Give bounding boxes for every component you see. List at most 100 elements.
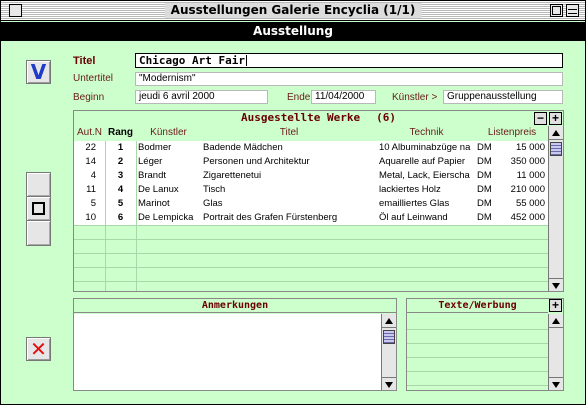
add-work-button[interactable]: + (549, 112, 562, 125)
col-header-titel[interactable]: Titel (201, 126, 377, 140)
cell-kuenstler: Brandt (138, 170, 166, 181)
grid-line (407, 371, 548, 372)
cell-titel: Glas (203, 198, 223, 209)
table-row[interactable]: 11 4 De Lanux Tisch lackiertes Holz DM 2… (74, 183, 548, 197)
cell-kuenstler: Marinot (138, 198, 170, 209)
col-header-rang[interactable]: Rang (105, 126, 136, 140)
cell-preis: 452 000 (510, 212, 545, 223)
grid-line (407, 357, 548, 358)
scroll-thumb[interactable] (383, 330, 395, 344)
cell-kuenstler: Bodmer (138, 142, 172, 153)
grid-line (74, 253, 548, 254)
cell-preis: 55 000 (515, 198, 545, 209)
cell-autn: 10 (85, 212, 96, 223)
cell-rang: 5 (117, 198, 124, 209)
cell-currency: DM (477, 212, 492, 223)
col-header-technik[interactable]: Technik (377, 126, 476, 140)
cell-technik: emailliertes Glas (379, 198, 450, 209)
works-table: Ausgestellte Werke (6) − + Aut.N Rang Kün… (73, 110, 564, 292)
table-row[interactable]: 14 2 Léger Personen und Architektur Aqua… (74, 155, 548, 169)
cell-currency: DM (477, 198, 492, 209)
collapse-box-icon[interactable] (566, 4, 579, 17)
cell-technik: Aquarelle auf Papier (379, 156, 466, 167)
grid-line (74, 225, 548, 226)
cell-currency: DM (477, 184, 492, 195)
cell-titel: Portrait des Grafen Fürstenberg (203, 212, 338, 223)
cell-preis: 350 000 (510, 156, 545, 167)
cell-technik: Metal, Lack, Eierscha (379, 170, 470, 181)
works-scrollbar[interactable] (548, 126, 563, 291)
accept-button[interactable]: V (26, 60, 51, 84)
cell-rang: 2 (117, 156, 124, 167)
grid-line (407, 329, 548, 330)
cell-currency: DM (477, 170, 492, 181)
beginn-label: Beginn (73, 92, 105, 103)
scroll-thumb[interactable] (550, 142, 562, 156)
cell-currency: DM (477, 156, 492, 167)
cancel-button[interactable]: ✕ (26, 337, 51, 361)
cell-technik: lackiertes Holz (379, 184, 441, 195)
texts-title: Texte/Werbung (407, 299, 548, 313)
title-bar[interactable]: Ausstellungen Galerie Encyclia (1/1) (1, 1, 585, 21)
ende-field[interactable]: 11/04/2000 (311, 90, 376, 104)
notes-title: Anmerkungen (74, 299, 396, 313)
table-row[interactable]: 4 3 Brandt Zigarettenetui Metal, Lack, E… (74, 169, 548, 183)
cell-rang: 4 (117, 184, 124, 195)
table-row[interactable]: 22 1 Bodmer Badende Mädchen 10 Albuminab… (74, 141, 548, 155)
kuenstler-label[interactable]: Künstler > (392, 92, 437, 103)
works-count: (6) (376, 111, 397, 124)
cell-rang: 1 (117, 142, 124, 153)
scroll-down-arrow-icon[interactable] (549, 377, 563, 390)
nav-next-button[interactable] (27, 221, 50, 245)
grid-line (136, 141, 137, 291)
cell-currency: DM (477, 142, 492, 153)
cell-technik: 10 Albuminabzüge na (379, 142, 471, 153)
cell-kuenstler: Léger (138, 156, 163, 167)
grid-line (74, 267, 548, 268)
remove-work-button[interactable]: − (534, 112, 547, 125)
col-header-kuenstler[interactable]: Künstler (136, 126, 201, 140)
cell-autn: 22 (85, 142, 96, 153)
grid-line (407, 385, 548, 386)
cell-technik: Öl auf Leinwand (379, 212, 448, 223)
cell-titel: Personen und Architektur (203, 156, 310, 167)
notes-textarea[interactable] (74, 314, 381, 390)
zoom-box-icon[interactable] (550, 4, 563, 17)
stop-button[interactable] (27, 197, 50, 221)
scroll-down-arrow-icon[interactable] (382, 377, 396, 390)
window-title: Ausstellungen Galerie Encyclia (1/1) (164, 3, 422, 18)
cell-preis: 15 000 (515, 142, 545, 153)
exhibition-window: Ausstellungen Galerie Encyclia (1/1) Aus… (0, 0, 586, 405)
table-row[interactable]: 10 6 De Lempicka Portrait des Grafen Für… (74, 211, 548, 225)
texts-scrollbar[interactable] (548, 314, 563, 390)
beginn-field[interactable]: jeudi 6 avril 2000 (135, 90, 268, 104)
form-header-title: Ausstellung (253, 24, 333, 38)
cross-icon: ✕ (30, 337, 47, 361)
cell-autn: 11 (86, 184, 96, 195)
kuenstler-field[interactable]: Gruppenausstellung (443, 90, 563, 104)
scroll-up-arrow-icon[interactable] (382, 314, 396, 328)
close-box-icon[interactable] (9, 4, 22, 17)
cell-titel: Zigarettenetui (203, 170, 262, 181)
works-title-text: Ausgestellte Werke (240, 111, 361, 124)
titel-label: Titel (73, 55, 96, 67)
titel-field[interactable]: Chicago Art Fair (135, 53, 563, 68)
add-text-button[interactable]: + (549, 299, 562, 312)
notes-scrollbar[interactable] (381, 314, 396, 390)
scroll-up-arrow-icon[interactable] (549, 314, 563, 328)
stop-square-icon (32, 202, 45, 215)
cell-autn: 4 (90, 170, 96, 181)
cell-preis: 210 000 (510, 184, 545, 195)
untertitel-field[interactable]: "Modernism" (135, 72, 563, 86)
grid-line (74, 281, 548, 282)
col-header-autn[interactable]: Aut.N (74, 126, 105, 140)
cell-kuenstler: De Lanux (138, 184, 179, 195)
grid-line (407, 343, 548, 344)
form-header: Ausstellung (1, 22, 585, 41)
table-row[interactable]: 5 5 Marinot Glas emailliertes Glas DM 55… (74, 197, 548, 211)
col-header-listenpreis[interactable]: Listenpreis (476, 126, 548, 140)
scroll-up-arrow-icon[interactable] (549, 126, 563, 140)
scroll-down-arrow-icon[interactable] (549, 278, 563, 291)
nav-previous-button[interactable] (27, 173, 50, 197)
texts-panel: Texte/Werbung + (406, 298, 564, 391)
